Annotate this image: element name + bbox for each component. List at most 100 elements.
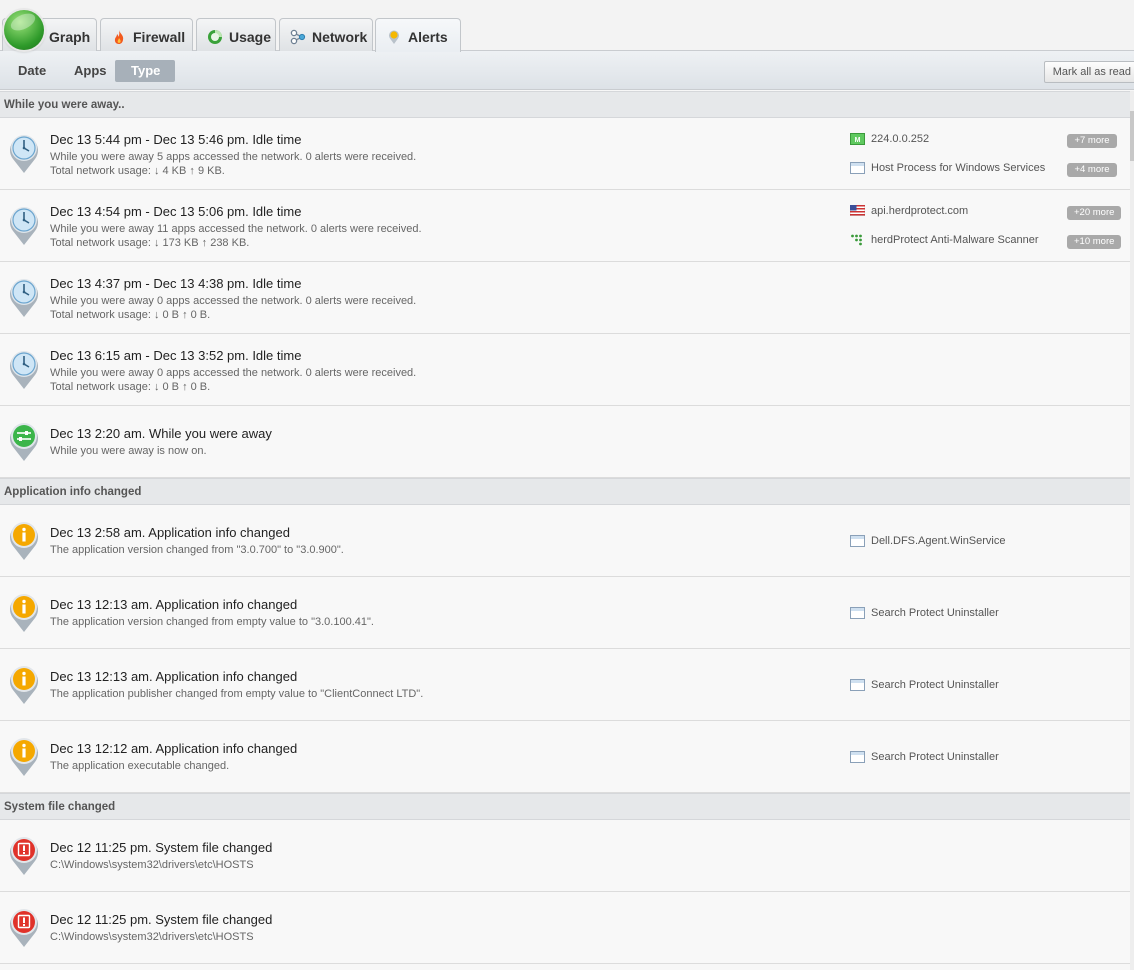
pie-icon <box>207 29 223 45</box>
more-apps-badge[interactable]: +20 more <box>1067 206 1122 220</box>
svg-text:M: M <box>855 137 861 144</box>
alert-description: The application publisher changed from e… <box>50 688 424 700</box>
tab-alerts[interactable]: Alerts <box>375 18 461 52</box>
sort-bar: Date Apps Type Mark all as read <box>0 51 1134 90</box>
info-pin-icon <box>10 522 39 560</box>
alert-row[interactable]: Dec 13 4:54 pm - Dec 13 5:06 pm. Idle ti… <box>0 190 1130 262</box>
main-tab-bar: Graph Firewall Usage Network Alerts <box>0 0 1134 52</box>
alert-network-usage: Total network usage: ↓ 0 B ↑ 0 B. <box>50 381 211 393</box>
related-app-link[interactable]: Dell.DFS.Agent.WinService <box>850 535 1006 547</box>
alert-title: Dec 13 5:44 pm - Dec 13 5:46 pm. Idle ti… <box>50 132 302 147</box>
alert-title: Dec 13 6:15 am - Dec 13 3:52 pm. Idle ti… <box>50 348 302 363</box>
tab-network[interactable]: Network <box>279 18 373 51</box>
alert-row[interactable]: Dec 13 12:13 am. Application info change… <box>0 649 1130 721</box>
clock-pin-icon <box>10 135 39 173</box>
alert-pin-icon <box>386 29 402 45</box>
alert-row[interactable]: Dec 13 2:20 am. While you were away While… <box>0 406 1130 478</box>
clock-pin-icon <box>10 279 39 317</box>
alert-network-usage: Total network usage: ↓ 0 B ↑ 0 B. <box>50 309 211 321</box>
glasswire-logo-icon <box>4 10 44 50</box>
multicast-icon: M <box>850 133 865 145</box>
alert-description: The application version changed from emp… <box>50 616 374 628</box>
alert-description: While you were away 5 apps accessed the … <box>50 151 417 163</box>
related-app-link[interactable]: Search Protect Uninstaller <box>850 751 999 763</box>
alert-description: While you were away 0 apps accessed the … <box>50 295 417 307</box>
alert-description: C:\Windows\system32\drivers\etc\HOSTS <box>50 859 254 871</box>
tab-usage[interactable]: Usage <box>196 18 276 51</box>
alert-row[interactable]: Dec 12 11:25 pm. System file changed C:\W… <box>0 820 1130 892</box>
info-pin-icon <box>10 738 39 776</box>
related-app-name: Search Protect Uninstaller <box>871 751 999 763</box>
alert-title: Dec 13 12:12 am. Application info change… <box>50 741 298 756</box>
alert-row[interactable]: Dec 13 2:58 am. Application info changed… <box>0 505 1130 577</box>
related-app-name: herdProtect Anti-Malware Scanner <box>871 234 1039 246</box>
app-window-icon <box>850 162 865 174</box>
network-nodes-icon <box>290 29 306 45</box>
tab-usage-label: Usage <box>229 28 272 45</box>
app-window-icon <box>850 751 865 763</box>
alert-title: Dec 12 11:25 pm. System file changed <box>50 912 273 927</box>
alert-row[interactable]: Dec 13 5:44 pm - Dec 13 5:46 pm. Idle ti… <box>0 118 1130 190</box>
related-app-name: Host Process for Windows Services <box>871 162 1046 174</box>
fire-icon <box>111 29 127 45</box>
alert-description: While you were away is now on. <box>50 445 207 457</box>
related-app-name: api.herdprotect.com <box>871 205 969 217</box>
related-app-name: Dell.DFS.Agent.WinService <box>871 535 1006 547</box>
warning-pin-icon <box>10 837 39 875</box>
alert-row[interactable]: Dec 13 12:13 am. Application info change… <box>0 577 1130 649</box>
alert-description: The application version changed from "3.… <box>50 544 344 556</box>
related-app-name: 224.0.0.252 <box>871 133 930 145</box>
vertical-scrollbar[interactable] <box>1130 91 1134 970</box>
us-flag-icon <box>849 204 866 217</box>
alert-row[interactable]: Dec 13 4:37 pm - Dec 13 4:38 pm. Idle ti… <box>0 262 1130 334</box>
more-apps-badge[interactable]: +10 more <box>1067 235 1122 249</box>
alert-title: Dec 13 2:20 am. While you were away <box>50 426 272 441</box>
related-app-link[interactable]: herdProtect Anti-Malware Scanner <box>850 234 1039 246</box>
tab-firewall[interactable]: Firewall <box>100 18 193 51</box>
alert-row[interactable]: Dec 12 11:25 pm. System file changed C:\W… <box>0 892 1130 964</box>
related-app-link[interactable]: M 224.0.0.252 <box>850 133 929 145</box>
alert-title: Dec 13 12:13 am. Application info change… <box>50 669 298 684</box>
app-window-icon <box>850 607 865 619</box>
warning-pin-icon <box>10 909 39 947</box>
info-pin-icon <box>10 594 39 632</box>
alert-row[interactable]: Dec 13 12:12 am. Application info change… <box>0 721 1130 793</box>
alert-network-usage: Total network usage: ↓ 4 KB ↑ 9 KB. <box>50 165 225 177</box>
related-app-link[interactable]: Search Protect Uninstaller <box>850 679 999 691</box>
alert-row[interactable]: Dec 13 6:15 am - Dec 13 3:52 pm. Idle ti… <box>0 334 1130 406</box>
alert-description: C:\Windows\system32\drivers\etc\HOSTS <box>50 931 254 943</box>
toggle-pin-icon <box>10 423 39 461</box>
clock-pin-icon <box>10 207 39 245</box>
alert-network-usage: Total network usage: ↓ 173 KB ↑ 238 KB. <box>50 237 250 249</box>
app-window-icon <box>850 679 865 691</box>
scrollbar-thumb[interactable] <box>1130 111 1134 161</box>
related-app-link[interactable]: api.herdprotect.com <box>849 204 969 217</box>
app-window-icon <box>850 535 865 547</box>
more-apps-badge[interactable]: +4 more <box>1067 163 1117 177</box>
related-app-link[interactable]: Search Protect Uninstaller <box>850 607 999 619</box>
info-pin-icon <box>10 666 39 704</box>
alert-title: Dec 12 11:25 pm. System file changed <box>50 840 273 855</box>
section-heading: System file changed <box>0 793 1130 820</box>
sort-type-tab[interactable]: Type <box>115 60 175 82</box>
alert-description: While you were away 0 apps accessed the … <box>50 367 417 379</box>
sort-date-tab[interactable]: Date <box>2 60 62 82</box>
sort-apps-tab[interactable]: Apps <box>58 60 123 82</box>
section-heading: While you were away.. <box>0 91 1130 118</box>
tab-network-label: Network <box>312 28 368 45</box>
section-heading: Application info changed <box>0 478 1130 505</box>
tab-alerts-label: Alerts <box>408 29 448 45</box>
tab-graph-label: Graph <box>49 28 91 45</box>
related-app-link[interactable]: Host Process for Windows Services <box>850 162 1045 174</box>
mark-all-read-button[interactable]: Mark all as read <box>1043 61 1134 83</box>
clock-pin-icon <box>10 351 39 389</box>
alert-description: While you were away 11 apps accessed the… <box>50 223 422 235</box>
tab-firewall-label: Firewall <box>133 28 186 45</box>
related-app-name: Search Protect Uninstaller <box>871 679 999 691</box>
related-app-name: Search Protect Uninstaller <box>871 607 999 619</box>
herdprotect-icon <box>850 234 865 246</box>
alert-title: Dec 13 12:13 am. Application info change… <box>50 597 298 612</box>
alert-title: Dec 13 4:37 pm - Dec 13 4:38 pm. Idle ti… <box>50 276 302 291</box>
alert-title: Dec 13 4:54 pm - Dec 13 5:06 pm. Idle ti… <box>50 204 302 219</box>
more-apps-badge[interactable]: +7 more <box>1067 134 1117 148</box>
